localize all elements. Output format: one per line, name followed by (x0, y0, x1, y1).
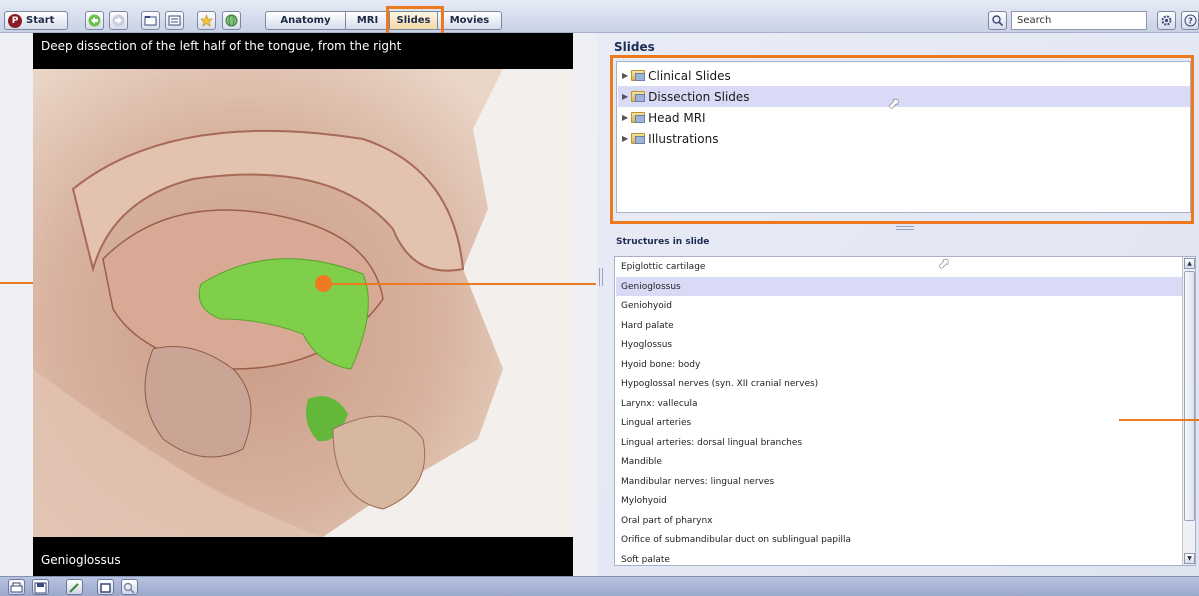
forward-arrow-icon (112, 14, 125, 27)
zoom-icon (123, 582, 135, 594)
structures-scrollbar[interactable]: ▲ ▼ (1182, 257, 1195, 565)
pen-icon (69, 583, 79, 593)
frame-button[interactable] (97, 579, 114, 595)
print-button[interactable] (8, 579, 25, 595)
slides-highlight-frame (610, 55, 1194, 224)
annotation-marker (315, 275, 332, 292)
list-item[interactable]: Lingual arteries: dorsal lingual branche… (616, 433, 1182, 452)
svg-text:?: ? (1188, 17, 1193, 26)
search-input[interactable]: Search (1011, 11, 1147, 30)
list-button[interactable] (165, 11, 184, 30)
scroll-thumb[interactable] (1184, 271, 1195, 521)
save-icon (34, 582, 47, 594)
list-item[interactable]: Soft palate (616, 550, 1182, 565)
back-arrow-icon (88, 14, 101, 27)
start-label: Start (26, 15, 55, 26)
list-item[interactable]: Mandibular nerves: lingual nerves (616, 472, 1182, 491)
save-button[interactable] (32, 579, 49, 595)
globe-button[interactable] (222, 11, 241, 30)
back-button[interactable] (85, 11, 104, 30)
structures-heading: Structures in slide (616, 237, 710, 247)
dissection-photo[interactable] (33, 69, 573, 537)
bottom-toolbar (0, 576, 1199, 596)
mouse-cursor-icon: ⬈ (888, 96, 900, 112)
structures-list: Epiglottic cartilage Genioglossus Genioh… (614, 256, 1196, 566)
list-item[interactable]: Orifice of submandibular duct on subling… (616, 530, 1182, 549)
globe-icon (225, 14, 238, 27)
tab-anatomy[interactable]: Anatomy (266, 12, 346, 29)
tab-mri[interactable]: MRI (346, 12, 390, 29)
list-item[interactable]: Epiglottic cartilage (616, 257, 1182, 276)
zoom-button[interactable] (121, 579, 138, 595)
list-item[interactable]: Lingual arteries (616, 413, 1182, 432)
scroll-down-icon[interactable]: ▼ (1184, 553, 1195, 564)
folder-icon (144, 16, 157, 26)
search-icon (992, 15, 1004, 27)
view-tabs: Anatomy MRI Slides Movies (265, 11, 502, 30)
forward-button[interactable] (109, 11, 128, 30)
list-item[interactable]: Larynx: vallecula (616, 394, 1182, 413)
mouse-cursor-icon: ⬈ (938, 256, 950, 272)
tab-movies[interactable]: Movies (438, 12, 501, 29)
top-toolbar: P Start Anatomy MRI Slides Movies Search… (0, 0, 1199, 36)
annotation-line-bottom-right (1119, 419, 1199, 421)
tab-highlight-frame (386, 6, 444, 36)
list-item[interactable]: Mandible (616, 452, 1182, 471)
list-item[interactable]: Genioglossus (616, 277, 1182, 296)
list-item[interactable]: Hypoglossal nerves (syn. XII cranial ner… (616, 374, 1182, 393)
scroll-up-icon[interactable]: ▲ (1184, 258, 1195, 269)
list-item[interactable]: Hyoglossus (616, 335, 1182, 354)
star-icon (200, 14, 213, 27)
horizontal-splitter[interactable] (896, 226, 914, 230)
image-title: Deep dissection of the left half of the … (41, 39, 402, 53)
settings-icon (1161, 15, 1172, 26)
favorites-button[interactable] (197, 11, 216, 30)
annotation-line-right (324, 283, 596, 285)
settings-button[interactable] (1157, 11, 1176, 30)
annotation-line-left (0, 282, 33, 284)
draw-button[interactable] (66, 579, 83, 595)
list-item[interactable]: Oral part of pharynx (616, 511, 1182, 530)
structure-caption: Genioglossus (41, 553, 121, 567)
help-button[interactable]: ? (1181, 11, 1199, 30)
list-icon (168, 15, 181, 26)
app-logo-icon: P (8, 13, 22, 28)
search-button[interactable] (988, 11, 1007, 30)
print-icon (10, 582, 23, 593)
slides-heading: Slides (614, 40, 655, 54)
list-item[interactable]: Hyoid bone: body (616, 355, 1182, 374)
help-icon: ? (1184, 14, 1196, 27)
frame-icon (100, 583, 111, 593)
vertical-splitter[interactable] (599, 268, 603, 286)
start-button[interactable]: P Start (4, 11, 68, 30)
list-item[interactable]: Hard palate (616, 316, 1182, 335)
image-viewer[interactable]: Deep dissection of the left half of the … (33, 33, 573, 576)
folder-button[interactable] (141, 11, 160, 30)
list-item[interactable]: Mylohyoid (616, 491, 1182, 510)
list-item[interactable]: Geniohyoid (616, 296, 1182, 315)
